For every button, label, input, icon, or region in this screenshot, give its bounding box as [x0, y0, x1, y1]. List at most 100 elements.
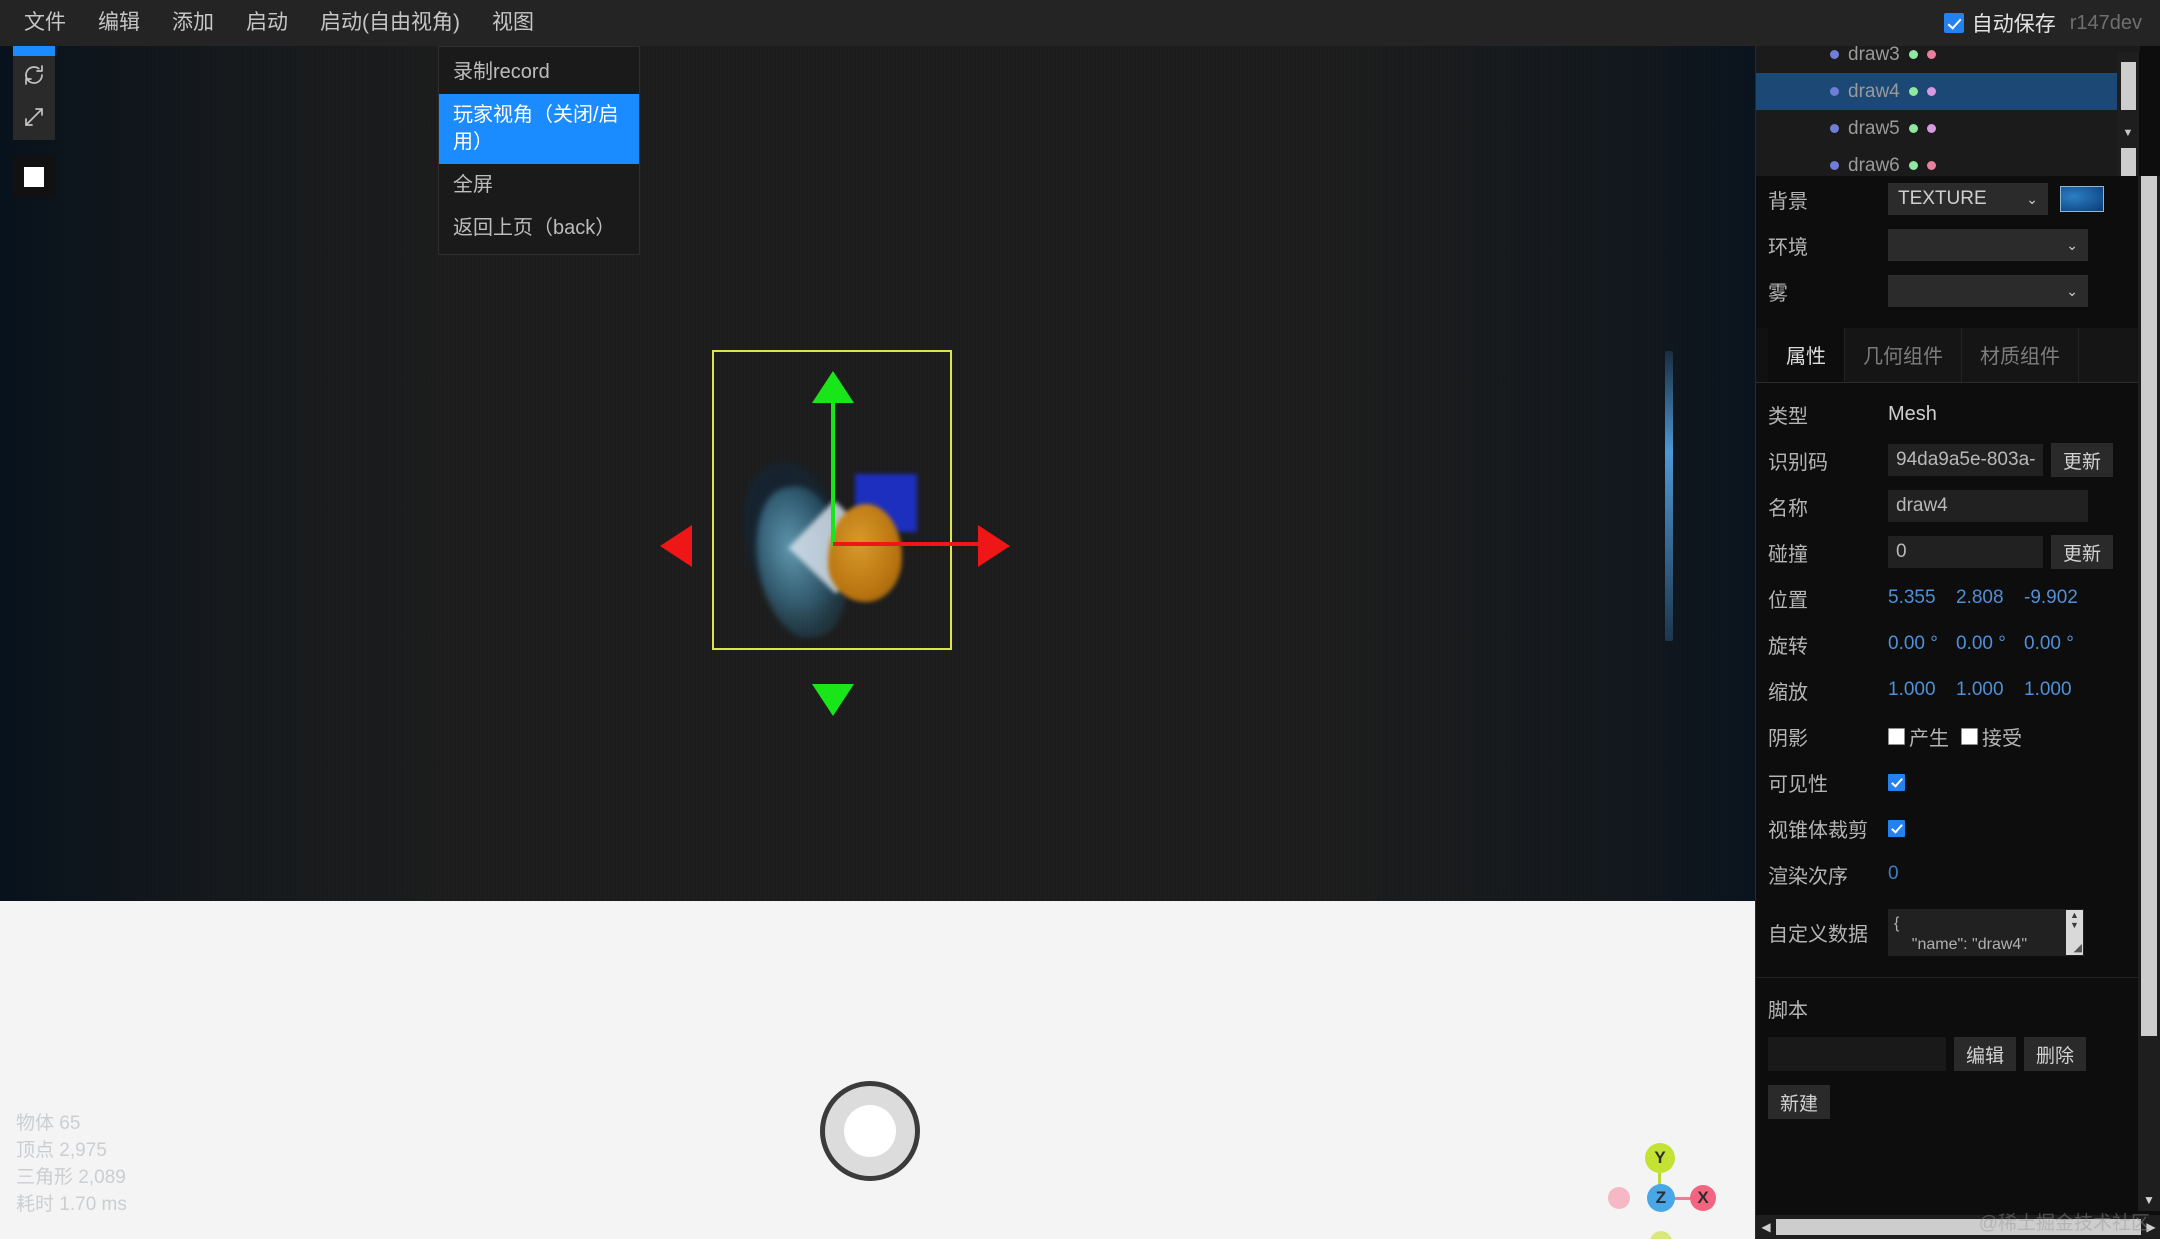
menu-view[interactable]: 视图 — [476, 0, 550, 46]
axis-y-handle[interactable]: Y — [1645, 1143, 1675, 1173]
axis-x-negative-handle[interactable] — [1608, 1187, 1630, 1209]
material-dot-icon[interactable] — [1927, 50, 1936, 59]
axis-y-negative-handle[interactable] — [1650, 1231, 1672, 1239]
render-stats: 物体 65 顶点 2,975 三角形 2,089 耗时 1.70 ms — [16, 1111, 127, 1219]
chevron-down-icon: ⌄ — [2026, 191, 2038, 208]
local-space-toggle-button[interactable] — [13, 156, 55, 198]
rotation-row: 旋转 0.00 0.00 0.00 — [1756, 621, 2139, 667]
menu-item-player-camera[interactable]: 玩家视角（关闭/启用） — [439, 94, 639, 164]
script-new-button[interactable]: 新建 — [1768, 1085, 1830, 1119]
script-delete-button[interactable]: 删除 — [2024, 1037, 2086, 1071]
material-dot-icon[interactable] — [1927, 124, 1936, 133]
menu-edit[interactable]: 编辑 — [82, 0, 156, 46]
autosave-toggle[interactable]: 自动保存 — [1944, 8, 2056, 38]
frustum-cull-checkbox[interactable] — [1888, 820, 1905, 837]
position-z[interactable]: -9.902 — [2024, 587, 2092, 609]
menu-item-record[interactable]: 录制record — [439, 51, 639, 94]
scale-row: 缩放 1.000 1.000 1.000 — [1756, 667, 2139, 713]
gizmo-y-positive-arrow[interactable] — [812, 371, 854, 403]
material-dot-icon[interactable] — [1927, 161, 1936, 170]
background-select[interactable]: TEXTURE ⌄ — [1888, 183, 2048, 215]
uuid-input[interactable] — [1888, 444, 2043, 476]
tabs-filler — [2079, 328, 2139, 382]
scrollbar-thumb-lower[interactable] — [2121, 148, 2136, 176]
uuid-update-button[interactable]: 更新 — [2051, 443, 2113, 477]
fog-row: 雾 ⌄ — [1756, 268, 2139, 314]
scroll-down-icon[interactable]: ▼ — [2138, 1191, 2160, 1209]
visible-checkbox[interactable] — [1888, 774, 1905, 791]
inspector-vertical-scrollbar[interactable]: ▼ — [2138, 176, 2160, 1211]
menu-play[interactable]: 启动 — [230, 0, 304, 46]
scale-z[interactable]: 1.000 — [2024, 679, 2092, 701]
shadow-cast-checkbox[interactable] — [1888, 728, 1905, 745]
scene-tree-scrollbar[interactable]: ▲ ▼ — [2117, 36, 2139, 176]
scene-tree[interactable]: draw3 draw4 draw5 draw6 — [1756, 36, 2139, 176]
scale-y[interactable]: 1.000 — [1956, 679, 2024, 701]
geometry-dot-icon[interactable] — [1909, 124, 1918, 133]
table-row[interactable]: draw6 — [1756, 147, 2139, 176]
viewport-3d[interactable]: Y Z X 物体 65 顶点 2,975 三角形 2,089 耗时 1.70 m… — [0, 46, 1755, 1239]
shadow-receive-checkbox[interactable] — [1961, 728, 1978, 745]
gizmo-x-positive-arrow[interactable] — [978, 525, 1010, 567]
spinner-up-icon[interactable]: ▲ — [2070, 910, 2079, 920]
scroll-right-icon[interactable]: ▶ — [2141, 1220, 2160, 1234]
menu-play-free-camera[interactable]: 启动(自由视角) — [304, 0, 476, 46]
scrollbar-thumb[interactable] — [2141, 176, 2157, 1036]
render-order-value[interactable]: 0 — [1888, 863, 1899, 885]
geometry-dot-icon[interactable] — [1909, 50, 1918, 59]
menu-add[interactable]: 添加 — [156, 0, 230, 46]
axis-x-handle[interactable]: X — [1690, 1185, 1716, 1211]
tab-geometry[interactable]: 几何组件 — [1845, 328, 1962, 382]
menu-file[interactable]: 文件 — [8, 0, 82, 46]
joystick-knob[interactable] — [844, 1105, 896, 1157]
shadow-receive-toggle[interactable]: 接受 — [1961, 722, 2022, 751]
position-x[interactable]: 5.355 — [1888, 587, 1956, 609]
geometry-dot-icon[interactable] — [1909, 161, 1918, 170]
shadow-receive-label: 接受 — [1982, 722, 2022, 751]
scale-tool-button[interactable] — [13, 98, 55, 140]
rotation-y[interactable]: 0.00 — [1956, 633, 2024, 655]
background-texture-thumbnail[interactable] — [2060, 186, 2104, 212]
resize-grip-icon[interactable]: ◢ — [2074, 941, 2082, 954]
userdata-spinner[interactable]: ▲ ▼ ◢ — [2066, 910, 2083, 955]
name-label: 名称 — [1768, 492, 1888, 521]
tab-properties[interactable]: 属性 — [1768, 328, 1845, 382]
rotation-z[interactable]: 0.00 — [2024, 633, 2092, 655]
environment-select[interactable]: ⌄ — [1888, 229, 2088, 261]
stats-frametime: 耗时 1.70 ms — [16, 1192, 127, 1219]
script-input[interactable] — [1768, 1037, 1946, 1071]
material-dot-icon[interactable] — [1927, 87, 1936, 96]
menu-item-back[interactable]: 返回上页（back） — [439, 207, 639, 250]
virtual-joystick[interactable] — [820, 1081, 920, 1181]
position-y[interactable]: 2.808 — [1956, 587, 2024, 609]
tab-material[interactable]: 材质组件 — [1962, 328, 2079, 382]
table-row[interactable]: draw5 — [1756, 110, 2139, 147]
name-input[interactable] — [1888, 490, 2088, 522]
table-row[interactable]: draw4 — [1756, 73, 2139, 110]
editor-window: 文件 编辑 添加 启动 启动(自由视角) 视图 自动保存 r147dev — [0, 0, 2160, 1239]
scrollbar-thumb[interactable] — [1776, 1219, 2141, 1235]
collision-input[interactable] — [1888, 536, 2043, 568]
collision-update-button[interactable]: 更新 — [2051, 535, 2113, 569]
menu-item-fullscreen[interactable]: 全屏 — [439, 164, 639, 207]
shadow-cast-toggle[interactable]: 产生 — [1888, 722, 1949, 751]
gizmo-y-negative-arrow[interactable] — [812, 684, 854, 716]
tree-item-label: draw6 — [1848, 155, 1900, 177]
scrollbar-thumb[interactable] — [2121, 62, 2136, 110]
script-edit-button[interactable]: 编辑 — [1954, 1037, 2016, 1071]
spinner-down-icon[interactable]: ▼ — [2070, 920, 2079, 930]
gizmo-x-negative-arrow[interactable] — [660, 525, 692, 567]
stats-objects: 物体 65 — [16, 1111, 127, 1138]
inspector-horizontal-scrollbar[interactable]: ◀ ▶ — [1756, 1215, 2160, 1239]
fog-select[interactable]: ⌄ — [1888, 275, 2088, 307]
rotation-x[interactable]: 0.00 — [1888, 633, 1956, 655]
autosave-checkbox[interactable] — [1944, 13, 1964, 33]
axis-orientation-gizmo[interactable]: Y Z X — [1600, 1131, 1720, 1239]
scroll-left-icon[interactable]: ◀ — [1756, 1220, 1776, 1234]
geometry-dot-icon[interactable] — [1909, 87, 1918, 96]
scroll-down-icon[interactable]: ▼ — [2117, 124, 2139, 142]
rotate-tool-button[interactable] — [13, 56, 55, 98]
scale-x[interactable]: 1.000 — [1888, 679, 1956, 701]
axis-z-handle[interactable]: Z — [1647, 1184, 1675, 1212]
userdata-textarea[interactable]: { "name": "draw4" — [1888, 909, 2084, 956]
